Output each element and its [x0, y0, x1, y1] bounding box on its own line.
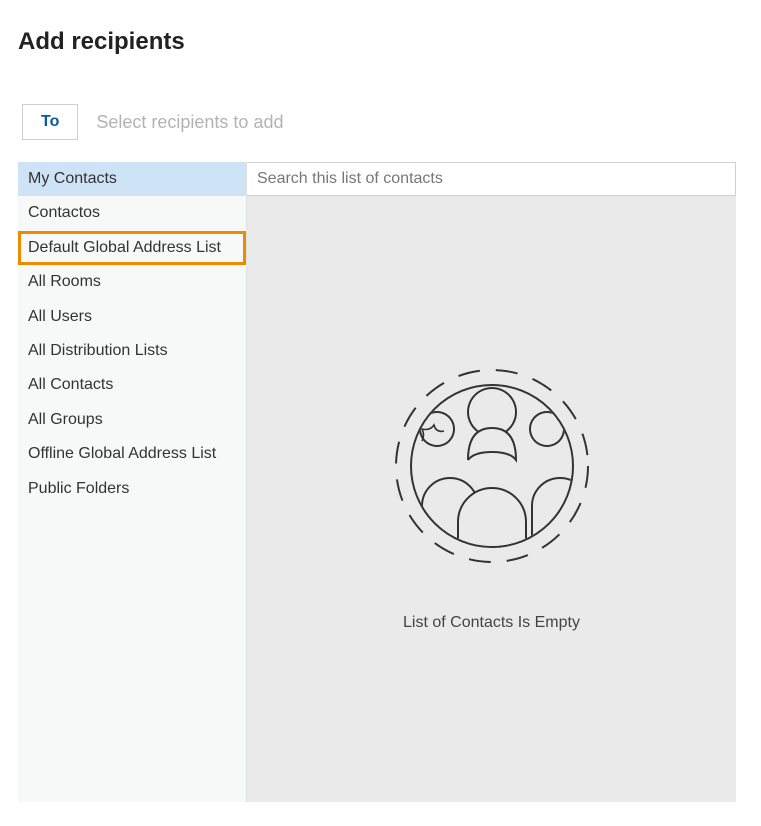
- sidebar-item-all-groups[interactable]: All Groups: [18, 403, 246, 437]
- sidebar-item-all-contacts[interactable]: All Contacts: [18, 368, 246, 402]
- sidebar-item-offline-global-address-list[interactable]: Offline Global Address List: [18, 437, 246, 471]
- contacts-empty-icon: [392, 366, 592, 566]
- sidebar-item-my-contacts[interactable]: My Contacts: [18, 162, 246, 196]
- address-list-sidebar: My Contacts Contactos Default Global Add…: [18, 162, 246, 802]
- sidebar-item-all-rooms[interactable]: All Rooms: [18, 265, 246, 299]
- empty-state-text: List of Contacts Is Empty: [403, 614, 580, 632]
- recipient-row: To Select recipients to add: [22, 104, 761, 140]
- empty-state: List of Contacts Is Empty: [247, 196, 736, 802]
- content-panel: List of Contacts Is Empty: [246, 162, 736, 802]
- page-title: Add recipients: [0, 0, 761, 56]
- search-box: [247, 162, 736, 196]
- sidebar-item-contactos[interactable]: Contactos: [18, 196, 246, 230]
- sidebar-item-public-folders[interactable]: Public Folders: [18, 472, 246, 506]
- sidebar-item-all-users[interactable]: All Users: [18, 300, 246, 334]
- main-panel: My Contacts Contactos Default Global Add…: [18, 162, 736, 802]
- recipient-input-placeholder[interactable]: Select recipients to add: [96, 112, 283, 133]
- sidebar-item-default-global-address-list[interactable]: Default Global Address List: [18, 231, 246, 265]
- sidebar-item-all-distribution-lists[interactable]: All Distribution Lists: [18, 334, 246, 368]
- search-input[interactable]: [247, 163, 735, 195]
- to-chip[interactable]: To: [22, 104, 78, 140]
